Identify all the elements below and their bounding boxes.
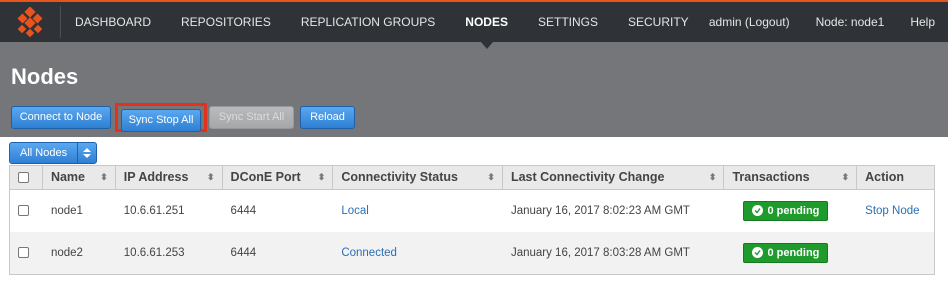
app-logo-icon[interactable]: [0, 2, 60, 42]
nav-repositories[interactable]: REPOSITORIES: [166, 2, 286, 42]
row-checkbox[interactable]: [18, 205, 29, 217]
sync-start-all-button: Sync Start All: [209, 106, 294, 129]
column-header-name[interactable]: Name ⬍: [43, 166, 116, 189]
sort-icon: ⬍: [317, 172, 326, 182]
table-header: Name ⬍ IP Address ⬍ DConE Port ⬍ Connectivi…: [10, 166, 934, 190]
column-header-dcone-port[interactable]: DConE Port ⬍: [223, 166, 334, 189]
pending-badge[interactable]: 0 pending: [743, 200, 829, 221]
transactions-cell: 0 pending: [724, 190, 857, 232]
transactions-cell: 0 pending: [724, 232, 857, 274]
column-header-action: Action: [865, 170, 905, 184]
nav-settings[interactable]: SETTINGS: [523, 2, 613, 42]
connectivity-status-link[interactable]: Local: [341, 205, 369, 217]
reload-button[interactable]: Reload: [300, 106, 355, 129]
connectivity-status-cell: Connected: [333, 232, 503, 274]
node-ip: 10.6.61.251: [123, 205, 185, 217]
sort-icon: ⬍: [487, 172, 495, 182]
row-select-cell: [10, 232, 43, 274]
node-filter-select[interactable]: All Nodes: [9, 142, 98, 164]
sort-icon: ⬍: [207, 172, 215, 182]
nav-security[interactable]: SECURITY: [613, 2, 704, 42]
sync-stop-all-button[interactable]: Sync Stop All: [121, 109, 201, 132]
nav-dashboard[interactable]: DASHBOARD: [60, 2, 166, 42]
row-select-cell: [10, 190, 43, 232]
sort-icon: ⬍: [708, 172, 717, 182]
last-connectivity-change: January 16, 2017 8:03:28 AM GMT: [510, 247, 690, 259]
top-navbar: DASHBOARD REPOSITORIES REPLICATION GROUP…: [0, 0, 948, 49]
main-nav: DASHBOARD REPOSITORIES REPLICATION GROUP…: [60, 2, 704, 49]
row-checkbox[interactable]: [18, 247, 29, 259]
node-name: node1: [50, 205, 83, 217]
node-port: 6444: [230, 205, 257, 217]
user-logout-link[interactable]: admin (Logout): [696, 2, 803, 42]
nav-nodes[interactable]: NODES: [450, 2, 523, 49]
node-ip: 10.6.61.253: [123, 247, 185, 259]
connectivity-status-cell: Local: [333, 190, 503, 232]
last-connectivity-change: January 16, 2017 8:02:23 AM GMT: [510, 205, 690, 217]
check-circle-icon: [752, 247, 764, 259]
table-row: node1 10.6.61.251 6444 Local January 16,…: [10, 190, 934, 232]
select-all-checkbox[interactable]: [18, 172, 29, 184]
help-link[interactable]: Help: [897, 2, 948, 42]
connect-to-node-button[interactable]: Connect to Node: [11, 106, 111, 129]
column-header-transactions[interactable]: Transactions ⬍: [724, 166, 858, 189]
table-row: node2 10.6.61.253 6444 Connected January…: [10, 232, 934, 274]
connectivity-status-link[interactable]: Connected: [341, 247, 397, 259]
sort-icon: ⬍: [841, 172, 850, 182]
column-header-last-connectivity-change[interactable]: Last Connectivity Change ⬍: [503, 166, 725, 189]
select-all-cell: [10, 166, 43, 189]
action-cell: Stop Node: [857, 190, 934, 232]
highlight-box: Sync Stop All: [115, 103, 207, 132]
node-port: 6444: [230, 247, 257, 259]
stop-node-link[interactable]: Stop Node: [865, 205, 919, 217]
column-header-connectivity-status[interactable]: Connectivity Status ⬍: [333, 166, 503, 189]
select-arrows-icon: [78, 143, 96, 163]
action-cell: [857, 232, 934, 274]
sort-icon: ⬍: [100, 172, 108, 182]
nav-replication-groups[interactable]: REPLICATION GROUPS: [286, 2, 450, 42]
check-circle-icon: [752, 205, 764, 217]
nodes-table: Name ⬍ IP Address ⬍ DConE Port ⬍ Connectivi…: [9, 165, 935, 275]
page-header: Nodes Connect to Node Sync Stop All Sync…: [0, 42, 948, 137]
nav-right: admin (Logout) Node: node1 Help: [696, 2, 948, 42]
page-title: Nodes: [11, 64, 79, 89]
filter-selected-value: All Nodes: [10, 143, 79, 163]
node-name: node2: [50, 247, 83, 259]
column-header-ip-address[interactable]: IP Address ⬍: [116, 166, 223, 189]
pending-badge[interactable]: 0 pending: [743, 242, 829, 263]
current-node-label: Node: node1: [815, 15, 885, 29]
